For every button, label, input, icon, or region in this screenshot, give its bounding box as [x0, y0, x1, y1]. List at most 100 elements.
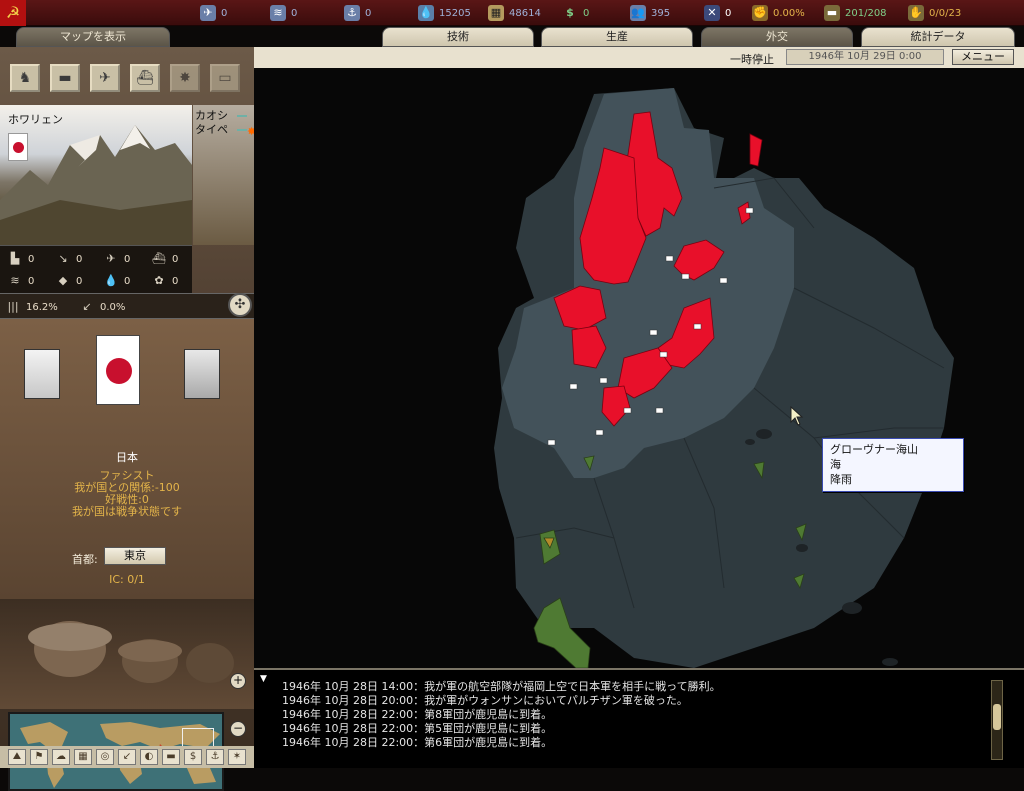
leader-portrait — [184, 349, 220, 399]
money-icon: $ — [566, 6, 574, 19]
tooltip-weather: 降雨 — [830, 473, 852, 486]
dissent-icon: ✊ — [752, 5, 768, 21]
resource-dissent: ✊ 0.00% — [752, 5, 805, 21]
zoom-out-button[interactable]: − — [230, 721, 246, 737]
flak-icon: ↘ — [58, 252, 68, 265]
tab-statistics[interactable]: 統計データ — [861, 27, 1015, 47]
province-stats: ▙ 0 ↘ 0 ✈ 0 ⛴ 0 ≋ 0 ◆ 0 💧 0 ✿ 0 — [0, 245, 192, 293]
stat-rare-materials: ✿ 0 — [152, 274, 178, 288]
war-status: 我が国は戦争状態です — [72, 505, 182, 518]
explosion-filter-button[interactable]: ✸ — [170, 64, 200, 92]
resource-transport: ✈ 0 — [200, 4, 227, 22]
log-scrollbar-thumb[interactable] — [993, 704, 1001, 730]
region-mode-icon[interactable]: ◐ — [140, 749, 158, 765]
stat-flak: ↘ 0 — [56, 252, 82, 266]
province-rates: ||| 16.2% ↙ 0.0% — [0, 293, 254, 319]
resource-tanks: ▬ 201/208 — [824, 4, 887, 22]
neighbor-link-bar — [237, 115, 247, 117]
army-filter-button[interactable]: ♞ — [10, 64, 40, 92]
manpower-bar-icon: ||| — [7, 300, 19, 313]
neighbor-province-2[interactable]: タイペ — [195, 121, 228, 137]
log-collapse-arrow-icon[interactable]: ▼ — [260, 674, 267, 684]
country-name: 日本 — [116, 451, 138, 464]
crossed-swords-icon: ✕ — [704, 5, 720, 21]
province-name: ホワリェン — [8, 113, 63, 126]
stat-air-base: ✈ 0 — [104, 252, 130, 266]
naval-base-icon: ⛴ — [152, 252, 166, 265]
supplies-icon: ▦ — [488, 5, 504, 21]
resistance-mode-icon[interactable]: ↙ — [118, 749, 136, 765]
resource-escort: ⚓ 0 — [344, 4, 371, 22]
plus-icon: + — [232, 673, 244, 687]
neighbor-link-bar — [237, 129, 247, 131]
diplomacy-mode-icon[interactable]: ◎ — [96, 749, 114, 765]
stat-oil: 💧 0 — [104, 274, 131, 287]
division-icon: ✋ — [908, 5, 924, 21]
metal-icon: ≋ — [10, 274, 20, 287]
resource-money: $0 — [562, 4, 589, 22]
world-map[interactable]: グローヴナー海山 海 降雨 — [254, 68, 1024, 668]
tab-production[interactable]: 生産 — [541, 27, 693, 47]
stat-metal: ≋ 0 — [8, 274, 34, 288]
tab-show-map[interactable]: マップを表示 — [16, 27, 170, 47]
diplomacy-panel: 日本 ファシスト 我が国との関係:-100 好戦性:0 我が国は戦争状態です 首… — [0, 319, 254, 599]
resource-convoy: ≋ 0 — [270, 4, 297, 22]
explosion-icon: ✸ — [179, 70, 191, 86]
weather-mode-icon[interactable]: ☁ — [52, 749, 70, 765]
resistance-rate: ↙ 0.0% — [80, 300, 125, 314]
air-filter-button[interactable]: ✈ — [90, 64, 120, 92]
enemy-territory-sakhalin — [749, 133, 763, 167]
compass-icon: ✣ — [234, 297, 246, 312]
tab-diplomacy[interactable]: 外交 — [701, 27, 853, 47]
political-mode-icon[interactable]: ⚑ — [30, 749, 48, 765]
energy-icon: ◆ — [58, 274, 68, 287]
status-row: 一時停止 1946年 10月 29日 0:00 メニュー — [254, 48, 1024, 68]
left-panel: ♞ ▬ ✈ ⛴ ✸ ▭ ホワリェン 0 👥 カオシ タイペ ✸ ▙0 ↘0 ✈0… — [0, 47, 256, 791]
army-icon: ♞ — [18, 70, 32, 86]
manpower-icon: 👥 — [630, 5, 646, 21]
naval-mode-icon[interactable]: ⚓ — [206, 749, 224, 765]
armor-filter-button[interactable]: ▬ — [50, 64, 80, 92]
rare-materials-icon: ✿ — [154, 274, 164, 287]
tank-icon: ▬ — [824, 5, 840, 21]
map-tooltip: グローヴナー海山 海 降雨 — [822, 438, 964, 492]
map-mode-bar: ⛰ ⚑ ☁ ▦ ◎ ↙ ◐ ▬ $ ⚓ ✶ — [0, 746, 254, 768]
government-building-portrait — [24, 349, 60, 399]
navy-filter-button[interactable]: ⛴ — [130, 64, 160, 92]
soldiers-artwork — [0, 599, 254, 709]
manpower-rate: ||| 16.2% — [7, 300, 58, 313]
log-entry: 1946年 10月 28日 22:00：第6軍団が鹿児島に到着。 — [282, 736, 553, 749]
truck-icon: ▭ — [218, 70, 232, 86]
province-owner-flag — [8, 133, 28, 161]
terrain-mode-icon[interactable]: ⛰ — [8, 749, 26, 765]
game-date: 1946年 10月 29日 0:00 — [786, 49, 944, 65]
pause-label[interactable]: 一時停止 — [730, 51, 774, 67]
compass-button[interactable]: ✣ — [228, 293, 252, 317]
capital-label: 首都: — [72, 553, 98, 566]
coin-mode-icon[interactable]: $ — [184, 749, 202, 765]
tab-technology[interactable]: 技術 — [382, 27, 534, 47]
soviet-flag-icon: ☭ — [0, 0, 26, 26]
resource-oil: 💧 15205 — [418, 5, 471, 21]
resource-battles: ✕ 0 — [704, 4, 731, 22]
ship-icon: ⛴ — [136, 70, 154, 86]
star-mode-icon[interactable]: ✶ — [228, 749, 246, 765]
province-picture: ホワリェン 0 👥 — [0, 105, 192, 245]
tooltip-sea-zone-name: グローヴナー海山 — [830, 443, 918, 456]
oil-drop-icon: 💧 — [104, 274, 118, 287]
stat-naval-base: ⛴ 0 — [152, 252, 179, 265]
transport-filter-button[interactable]: ▭ — [210, 64, 240, 92]
minus-icon: − — [232, 721, 244, 735]
resistance-icon: ↙ — [82, 300, 92, 313]
menu-button[interactable]: メニュー — [952, 49, 1014, 65]
zoom-in-button[interactable]: + — [230, 673, 246, 689]
supply-mode-icon[interactable]: ▦ — [74, 749, 92, 765]
capital-button[interactable]: 東京 — [104, 547, 166, 565]
infrastructure-mode-icon[interactable]: ▬ — [162, 749, 180, 765]
nation-flag — [96, 335, 140, 405]
convoy-icon: ≋ — [270, 5, 286, 21]
factory-icon: ▙ — [10, 252, 20, 265]
resource-divisions: ✋ 0/0/23 — [908, 5, 962, 21]
resource-supplies: ▦ 48614 — [488, 4, 541, 22]
event-log: ▼ 1946年 10月 28日 14:00：我が軍の航空部隊が福岡上空で日本軍を… — [254, 668, 1024, 768]
